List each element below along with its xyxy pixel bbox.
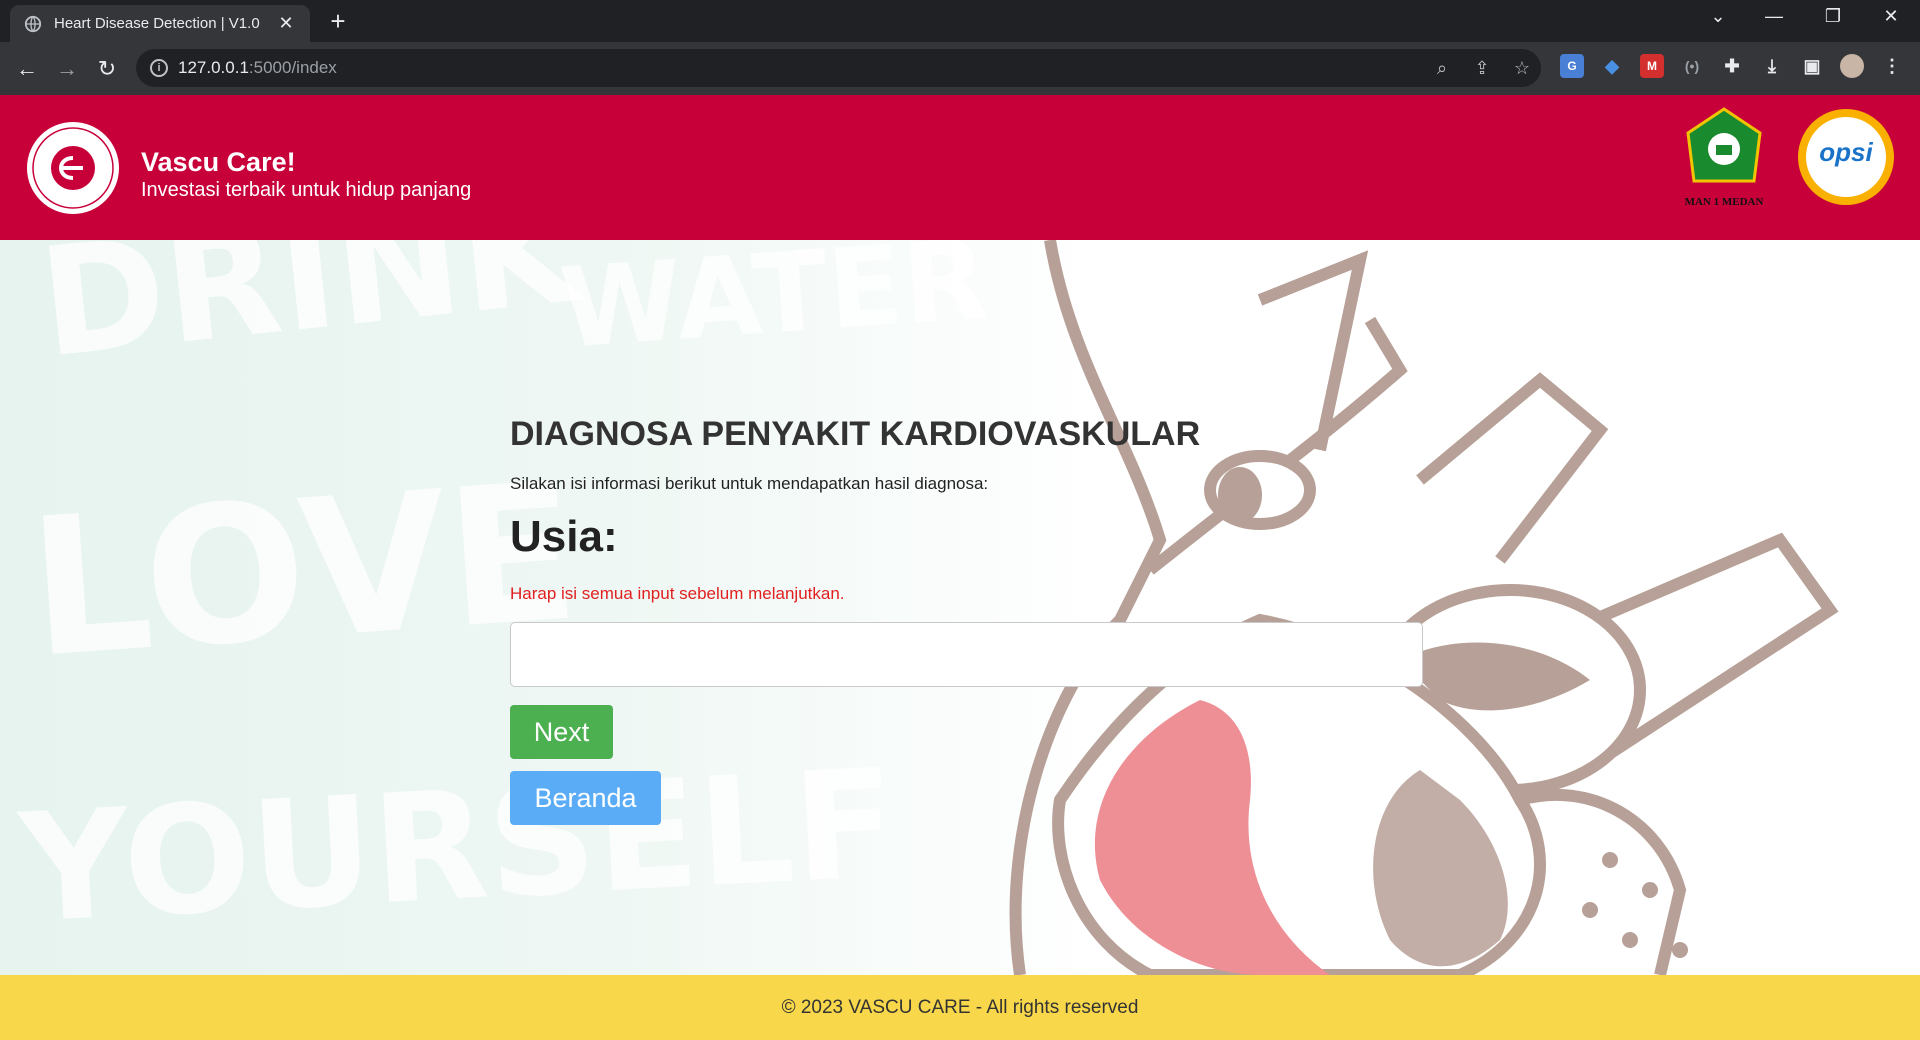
url-text[interactable]: 127.0.0.1:5000/index (178, 58, 337, 78)
share-icon[interactable]: ⇪ (1471, 57, 1493, 79)
vascu-care-logo[interactable] (27, 122, 119, 214)
browser-toolbar: ← → ↻ i 127.0.0.1:5000/index ⌕ ⇪ ☆ G ◆ M… (0, 42, 1920, 95)
restore-button[interactable]: ❐ (1815, 6, 1851, 27)
side-panel-icon[interactable]: ▣ (1800, 54, 1824, 78)
site-title: Vascu Care! (141, 147, 296, 177)
mendeley-extension-icon[interactable]: M (1640, 54, 1664, 78)
form-instruction: Silakan isi informasi berikut untuk mend… (510, 474, 989, 493)
age-input[interactable] (510, 622, 1423, 687)
age-label: Usia: (510, 512, 618, 561)
site-header: Vascu Care! Investasi terbaik untuk hidu… (0, 95, 1920, 240)
minimize-button[interactable]: — (1756, 6, 1792, 27)
browser-tab-bar: Heart Disease Detection | V1.0 ✕ + ⌄ — ❐… (0, 0, 1920, 42)
address-bar[interactable]: i 127.0.0.1:5000/index ⌕ ⇪ ☆ (136, 49, 1541, 87)
svg-text:MAN 1 MEDAN: MAN 1 MEDAN (1685, 196, 1764, 208)
site-info-icon[interactable]: i (150, 59, 168, 77)
tab-close-icon[interactable]: ✕ (276, 13, 296, 34)
menu-kebab-icon[interactable]: ⋮ (1880, 54, 1904, 78)
globe-icon (24, 15, 42, 32)
translate-extension-icon[interactable]: G (1560, 54, 1584, 78)
next-button[interactable]: Next (510, 705, 613, 759)
tab-title: Heart Disease Detection | V1.0 (54, 15, 260, 32)
validation-error: Harap isi semua input sebelum melanjutka… (510, 584, 845, 603)
hero-section: DRINK WATER LOVE YOURSELF DIAGNOSA PENYA… (0, 240, 1920, 975)
opsi-logo: opsi (1798, 109, 1894, 205)
home-button[interactable]: Beranda (510, 771, 661, 825)
forward-icon[interactable]: → (52, 54, 82, 84)
new-tab-button[interactable]: + (325, 8, 351, 34)
graduation-extension-icon[interactable]: ◆ (1600, 54, 1624, 78)
page-content: Vascu Care! Investasi terbaik untuk hidu… (0, 95, 1920, 1040)
bookmark-star-icon[interactable]: ☆ (1511, 57, 1533, 79)
bg-word-love: LOVE (22, 441, 585, 700)
back-icon[interactable]: ← (12, 54, 42, 84)
man-medan-logo: MAN 1 MEDAN (1682, 107, 1766, 211)
page-title: DIAGNOSA PENYAKIT KARDIOVASKULAR (510, 415, 1201, 453)
window-close-button[interactable]: ✕ (1873, 6, 1909, 27)
tab-search-icon[interactable]: ⌄ (1700, 6, 1736, 27)
diagnosis-form: DIAGNOSA PENYAKIT KARDIOVASKULAR Silakan… (510, 415, 1430, 825)
puzzle-extensions-icon[interactable]: ✚ (1720, 54, 1744, 78)
site-tagline: Investasi terbaik untuk hidup panjang (141, 179, 472, 201)
footer-copyright: © 2023 VASCU CARE - All rights reserved (781, 997, 1139, 1018)
zoom-icon[interactable]: ⌕ (1431, 57, 1453, 79)
reload-icon[interactable]: ↻ (92, 54, 122, 84)
profile-avatar[interactable] (1840, 54, 1864, 78)
site-footer: © 2023 VASCU CARE - All rights reserved (0, 975, 1920, 1040)
browser-tab[interactable]: Heart Disease Detection | V1.0 ✕ (10, 5, 310, 42)
extension-icon[interactable]: (•) (1680, 54, 1704, 78)
download-icon[interactable]: ⤓ (1760, 54, 1784, 78)
